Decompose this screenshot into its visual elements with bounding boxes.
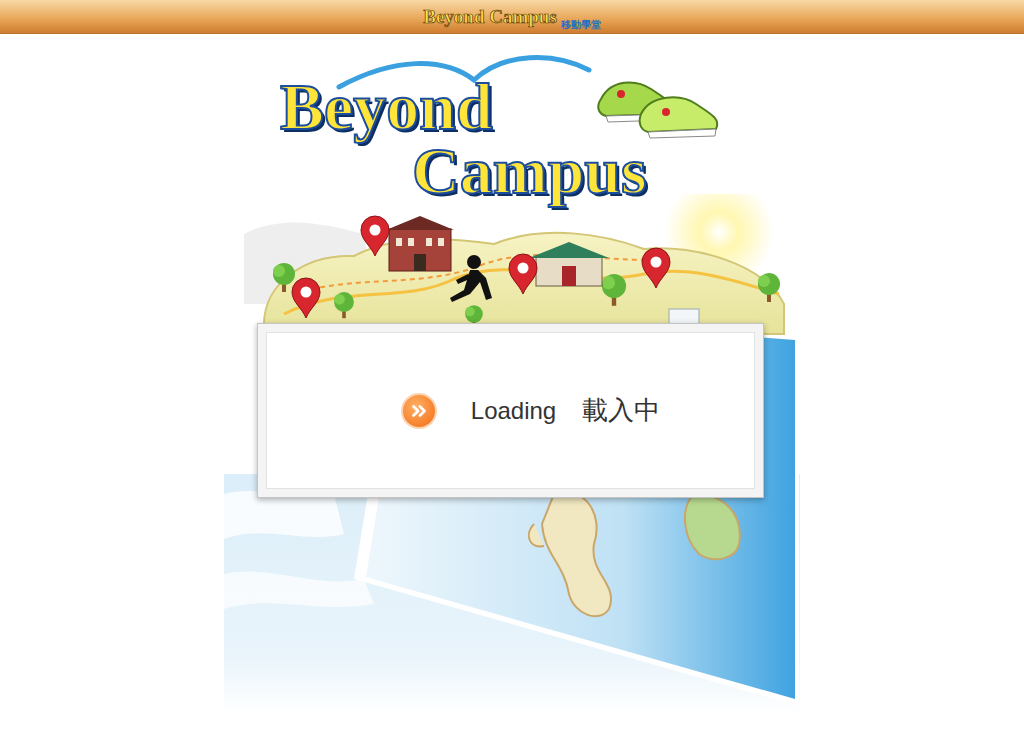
map-pin-icon (292, 278, 320, 318)
temple-building-icon (529, 242, 609, 286)
tree-icon (758, 273, 780, 302)
loading-label: Loading (471, 393, 556, 429)
map-pin-icon (509, 254, 537, 294)
header-logo-title: Beyond Campus (423, 7, 557, 26)
header-logo-subtitle: 移動學堂 (561, 20, 601, 30)
map-pin-icon (361, 216, 389, 256)
heritage-building-icon (386, 216, 454, 271)
hero-title-line2: Campus (412, 136, 800, 206)
loading-dialog: Loading 載入中 (257, 323, 764, 498)
hero-logo: BeyondCampus (224, 34, 800, 206)
hill-strip (264, 233, 784, 334)
app-root: Beyond Campus 移動學堂 BeyondCampus Loading 載入中 (0, 0, 1024, 748)
sneakers-icon (596, 74, 726, 144)
top-bar: Beyond Campus 移動學堂 (0, 0, 1024, 34)
stage: BeyondCampus Loading 載入中 (224, 34, 800, 748)
tree-icon (602, 274, 626, 306)
hero-title-line1: Beyond (280, 72, 800, 142)
loading-label-zh: 載入中 (582, 391, 660, 430)
header-logo: Beyond Campus移動學堂 (423, 7, 601, 26)
loading-arrow-icon (401, 393, 437, 429)
runner-icon (450, 255, 492, 302)
map-pin-icon (642, 248, 670, 288)
tree-icon (334, 292, 354, 318)
tree-icon (273, 263, 295, 292)
